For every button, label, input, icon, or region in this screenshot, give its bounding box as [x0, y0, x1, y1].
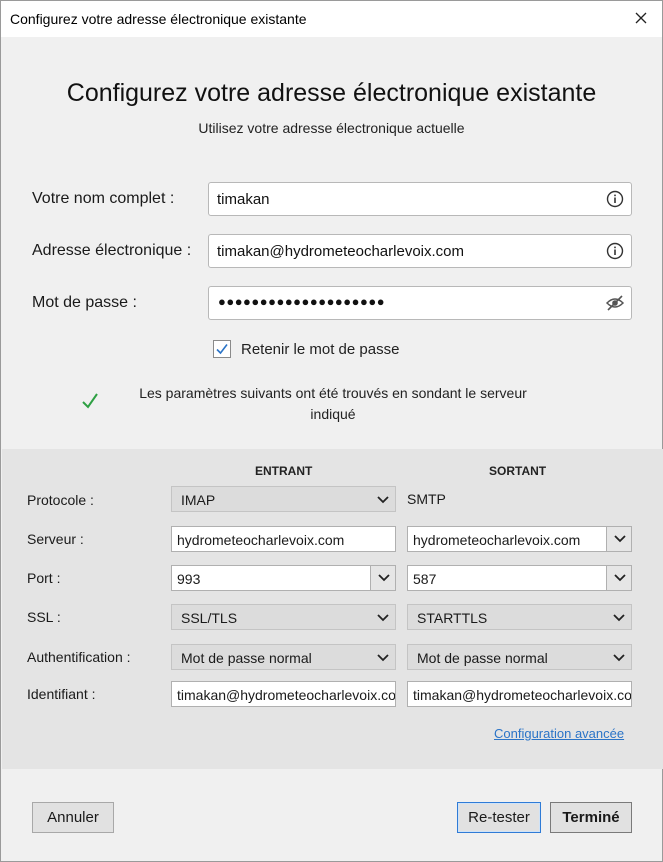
password-mask: ●●●●●●●●●●●●●●●●●●●●	[218, 294, 386, 309]
window-title: Configurez votre adresse électronique ex…	[10, 11, 307, 27]
incoming-port-value: 993	[177, 571, 201, 587]
page-title: Configurez votre adresse électronique ex…	[66, 79, 597, 107]
protocol-label: Protocole :	[27, 492, 94, 508]
password-field[interactable]: ●●●●●●●●●●●●●●●●●●●●	[208, 286, 632, 320]
password-label: Mot de passe :	[32, 294, 137, 311]
incoming-ssl-value: SSL/TLS	[181, 610, 238, 626]
outgoing-port-value: 587	[413, 571, 437, 587]
incoming-username-input[interactable]: timakan@hydrometeocharlevoix.com	[171, 681, 396, 707]
incoming-authentication-value: Mot de passe normal	[181, 650, 312, 666]
server-label: Serveur :	[27, 531, 84, 547]
chevron-down-icon	[378, 574, 390, 582]
outgoing-username-value: timakan@hydrometeocharlevoix.com	[413, 687, 632, 703]
name-field[interactable]	[208, 182, 632, 216]
chevron-down-icon	[614, 535, 626, 543]
incoming-header: ENTRANT	[255, 464, 313, 478]
chevron-down-icon	[613, 654, 625, 662]
ssl-label: SSL :	[27, 609, 61, 625]
remember-password-label[interactable]: Retenir le mot de passe	[241, 341, 399, 358]
outgoing-authentication-select[interactable]: Mot de passe normal	[407, 644, 632, 670]
outgoing-port-dropdown-button[interactable]	[606, 566, 631, 590]
outgoing-protocol-value: SMTP	[407, 491, 446, 507]
outgoing-ssl-value: STARTTLS	[417, 610, 488, 626]
title-bar: Configurez votre adresse électronique ex…	[1, 1, 662, 37]
outgoing-username-input[interactable]: timakan@hydrometeocharlevoix.com	[407, 681, 632, 707]
incoming-server-value: hydrometeocharlevoix.com	[177, 532, 345, 548]
outgoing-server-value: hydrometeocharlevoix.com	[413, 532, 581, 548]
email-label: Adresse électronique :	[32, 242, 192, 259]
info-icon[interactable]	[606, 190, 624, 208]
incoming-server-input[interactable]: hydrometeocharlevoix.com	[171, 526, 396, 552]
cancel-button[interactable]: Annuler	[32, 802, 114, 833]
chevron-down-icon	[614, 574, 626, 582]
chevron-down-icon	[377, 496, 389, 504]
incoming-username-value: timakan@hydrometeocharlevoix.com	[177, 687, 396, 703]
incoming-port-combobox[interactable]: 993	[171, 565, 396, 591]
remember-password-checkbox[interactable]	[213, 340, 231, 358]
incoming-protocol-value: IMAP	[181, 492, 216, 508]
outgoing-server-dropdown-button[interactable]	[606, 527, 631, 551]
username-label: Identifiant :	[27, 686, 96, 702]
name-label: Votre nom complet :	[32, 190, 175, 207]
chevron-down-icon	[613, 614, 625, 622]
chevron-down-icon	[377, 614, 389, 622]
outgoing-server-combobox[interactable]: hydrometeocharlevoix.com	[407, 526, 632, 552]
advanced-config-link[interactable]: Configuration avancée	[494, 726, 624, 741]
outgoing-authentication-value: Mot de passe normal	[417, 650, 548, 666]
authentication-label: Authentification :	[27, 649, 131, 665]
incoming-port-dropdown-button[interactable]	[370, 566, 395, 590]
retest-button[interactable]: Re-tester	[457, 802, 541, 833]
email-field[interactable]	[208, 234, 632, 268]
info-icon[interactable]	[606, 242, 624, 260]
incoming-protocol-select[interactable]: IMAP	[171, 486, 396, 512]
chevron-down-icon	[377, 654, 389, 662]
close-icon[interactable]	[630, 7, 652, 29]
outgoing-ssl-select[interactable]: STARTTLS	[407, 604, 632, 630]
account-setup-dialog: Configurez votre adresse électronique ex…	[0, 0, 663, 862]
done-button[interactable]: Terminé	[550, 802, 632, 833]
incoming-ssl-select[interactable]: SSL/TLS	[171, 604, 396, 630]
outgoing-port-combobox[interactable]: 587	[407, 565, 632, 591]
eye-slash-icon[interactable]	[605, 294, 625, 312]
checkmark-icon	[81, 392, 99, 410]
page-subtitle: Utilisez votre adresse électronique actu…	[198, 120, 465, 136]
email-input[interactable]	[217, 235, 587, 267]
outgoing-header: SORTANT	[489, 464, 547, 478]
incoming-authentication-select[interactable]: Mot de passe normal	[171, 644, 396, 670]
name-input[interactable]	[217, 183, 587, 215]
status-message: Les paramètres suivants ont été trouvés …	[139, 385, 527, 422]
port-label: Port :	[27, 570, 61, 586]
